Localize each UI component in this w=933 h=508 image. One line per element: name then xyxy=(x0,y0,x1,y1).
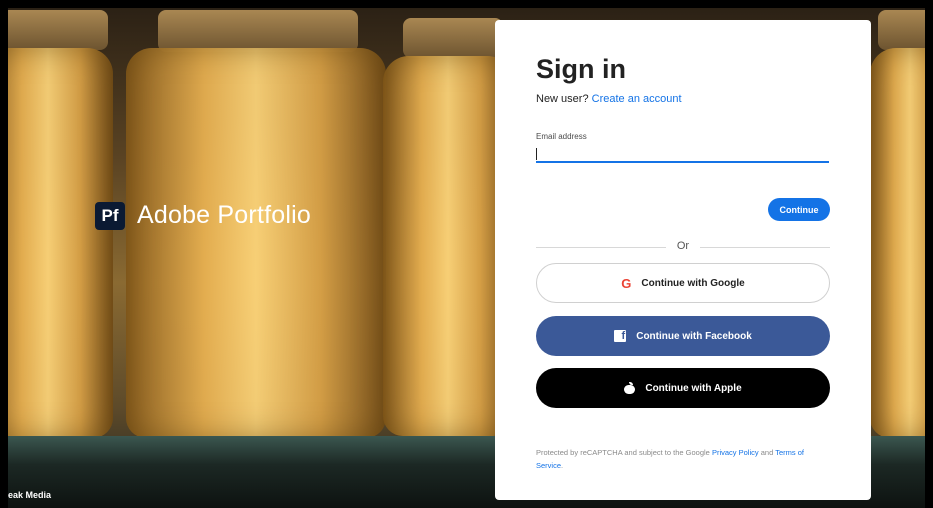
honey-jar xyxy=(383,56,513,436)
new-user-prefix: New user? xyxy=(536,93,589,105)
legal-prefix: Protected by reCAPTCHA and subject to th… xyxy=(536,448,710,457)
legal-suffix: . xyxy=(561,461,564,470)
new-user-text: New user? Create an account xyxy=(536,93,682,105)
signin-card: Sign in New user? Create an account Emai… xyxy=(495,20,871,500)
apple-icon xyxy=(624,382,636,394)
email-label: Email address xyxy=(536,132,587,141)
divider-line xyxy=(700,247,830,248)
portfolio-icon: Pf xyxy=(95,201,125,230)
legal-text: Protected by reCAPTCHA and subject to th… xyxy=(536,446,830,472)
google-button-label: Continue with Google xyxy=(641,277,745,289)
brand-logo: Pf Adobe Portfolio xyxy=(95,201,311,230)
facebook-button-label: Continue with Facebook xyxy=(636,330,752,342)
continue-button[interactable]: Continue xyxy=(768,198,830,221)
privacy-policy-link[interactable]: Privacy Policy xyxy=(712,448,759,457)
create-account-link[interactable]: Create an account xyxy=(592,93,682,105)
google-signin-button[interactable]: G Continue with Google xyxy=(536,263,830,303)
or-divider: Or xyxy=(536,240,830,254)
brand-name: Adobe Portfolio xyxy=(137,201,311,229)
honey-jar xyxy=(126,48,386,438)
jar-lid xyxy=(158,10,358,52)
apple-button-label: Continue with Apple xyxy=(645,382,742,394)
jar-lid xyxy=(403,18,503,58)
jar-lid xyxy=(8,10,108,50)
photo-credit: eak Media xyxy=(8,490,52,500)
page-title: Sign in xyxy=(536,54,626,84)
email-field[interactable] xyxy=(536,145,829,163)
legal-and: and xyxy=(760,448,774,457)
honey-jar xyxy=(8,48,113,438)
divider-text: Or xyxy=(676,240,690,252)
facebook-icon: f xyxy=(614,330,627,342)
apple-signin-button[interactable]: Continue with Apple xyxy=(536,368,830,408)
facebook-signin-button[interactable]: f Continue with Facebook xyxy=(536,316,830,356)
honey-jar xyxy=(870,48,925,438)
text-cursor xyxy=(536,148,537,160)
jar-lid xyxy=(878,10,925,50)
google-icon: G xyxy=(621,275,632,291)
